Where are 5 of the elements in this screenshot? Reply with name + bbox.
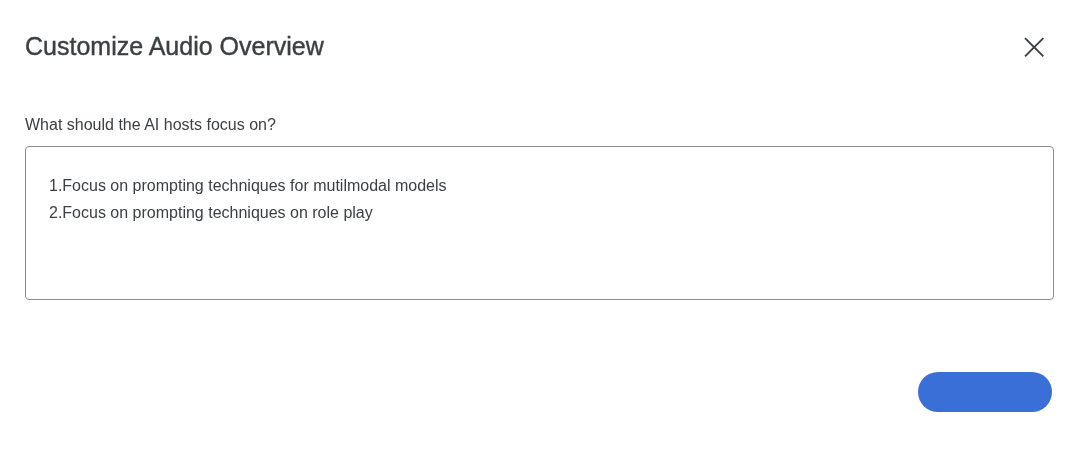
close-button[interactable]: ×: [1016, 28, 1052, 64]
dialog-title: Customize Audio Overview: [25, 31, 324, 61]
field-label: What should the AI hosts focus on?: [25, 116, 277, 134]
primary-button[interactable]: [918, 372, 1052, 412]
input-field[interactable]: 1.Focus on prompting techniques for mutilmodal models 2.Focus on prompting techniques on role play: [25, 146, 1054, 300]
